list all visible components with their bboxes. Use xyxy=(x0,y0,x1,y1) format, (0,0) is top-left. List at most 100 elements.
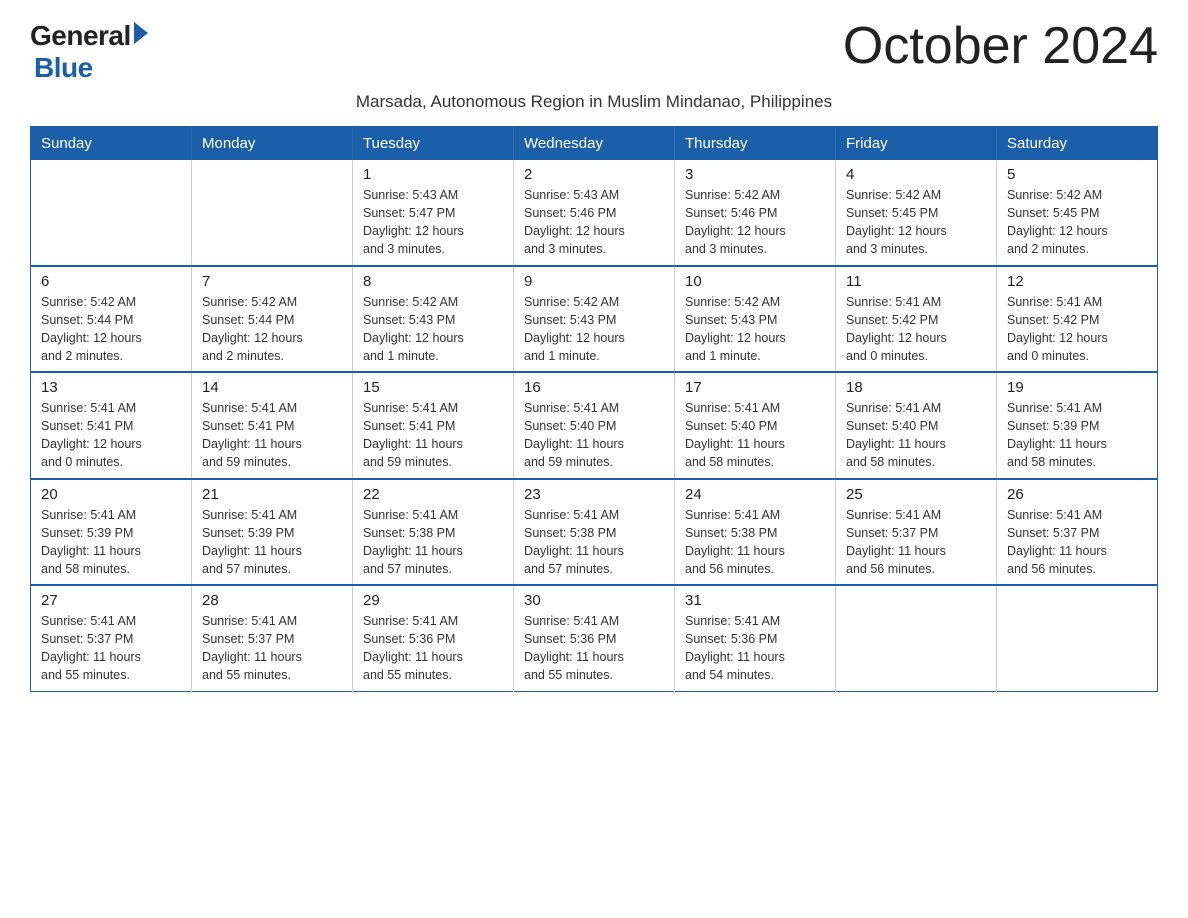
day-info: Sunrise: 5:41 AM Sunset: 5:40 PM Dayligh… xyxy=(846,399,986,472)
day-number: 4 xyxy=(846,166,986,183)
calendar-cell: 16 Sunrise: 5:41 AM Sunset: 5:40 PM Dayli… xyxy=(514,372,675,479)
calendar-table: SundayMondayTuesdayWednesdayThursdayFrid… xyxy=(30,126,1158,692)
day-number: 8 xyxy=(363,273,503,290)
calendar-cell: 17 Sunrise: 5:41 AM Sunset: 5:40 PM Dayli… xyxy=(675,372,836,479)
weekday-header-wednesday: Wednesday xyxy=(514,127,675,161)
calendar-cell: 12 Sunrise: 5:41 AM Sunset: 5:42 PM Dayli… xyxy=(997,266,1158,373)
day-info: Sunrise: 5:43 AM Sunset: 5:46 PM Dayligh… xyxy=(524,186,664,259)
day-info: Sunrise: 5:41 AM Sunset: 5:36 PM Dayligh… xyxy=(363,612,503,685)
calendar-week-row: 27 Sunrise: 5:41 AM Sunset: 5:37 PM Dayli… xyxy=(31,585,1158,691)
calendar-cell: 9 Sunrise: 5:42 AM Sunset: 5:43 PM Daylig… xyxy=(514,266,675,373)
day-info: Sunrise: 5:41 AM Sunset: 5:40 PM Dayligh… xyxy=(685,399,825,472)
calendar-cell: 22 Sunrise: 5:41 AM Sunset: 5:38 PM Dayli… xyxy=(353,479,514,586)
calendar-cell: 7 Sunrise: 5:42 AM Sunset: 5:44 PM Daylig… xyxy=(192,266,353,373)
logo-general-text: General xyxy=(30,20,131,52)
calendar-week-row: 13 Sunrise: 5:41 AM Sunset: 5:41 PM Dayli… xyxy=(31,372,1158,479)
calendar-cell xyxy=(192,160,353,266)
calendar-cell: 21Sunrise: 5:41 AM Sunset: 5:39 PM Dayli… xyxy=(192,479,353,586)
calendar-cell: 26Sunrise: 5:41 AM Sunset: 5:37 PM Dayli… xyxy=(997,479,1158,586)
day-number: 17 xyxy=(685,379,825,396)
calendar-cell: 6 Sunrise: 5:42 AM Sunset: 5:44 PM Daylig… xyxy=(31,266,192,373)
logo-arrow-icon xyxy=(134,22,148,44)
day-info: Sunrise: 5:41 AM Sunset: 5:37 PM Dayligh… xyxy=(1007,506,1147,579)
day-number: 2 xyxy=(524,166,664,183)
calendar-cell: 1 Sunrise: 5:43 AM Sunset: 5:47 PM Daylig… xyxy=(353,160,514,266)
day-number: 1 xyxy=(363,166,503,183)
weekday-header-row: SundayMondayTuesdayWednesdayThursdayFrid… xyxy=(31,127,1158,161)
day-number: 29 xyxy=(363,592,503,609)
day-info: Sunrise: 5:41 AM Sunset: 5:38 PM Dayligh… xyxy=(363,506,503,579)
subtitle: Marsada, Autonomous Region in Muslim Min… xyxy=(30,92,1158,112)
calendar-week-row: 20 Sunrise: 5:41 AM Sunset: 5:39 PM Dayli… xyxy=(31,479,1158,586)
day-number: 31 xyxy=(685,592,825,609)
day-info: Sunrise: 5:42 AM Sunset: 5:45 PM Dayligh… xyxy=(846,186,986,259)
day-number: 7 xyxy=(202,273,342,290)
logo-blue-text: Blue xyxy=(34,52,93,84)
calendar-cell xyxy=(836,585,997,691)
day-number: 6 xyxy=(41,273,181,290)
day-number: 12 xyxy=(1007,273,1147,290)
day-number: 3 xyxy=(685,166,825,183)
day-number: 5 xyxy=(1007,166,1147,183)
day-number: 28 xyxy=(202,592,342,609)
day-info: Sunrise: 5:42 AM Sunset: 5:44 PM Dayligh… xyxy=(202,293,342,366)
day-number: 27 xyxy=(41,592,181,609)
day-info: Sunrise: 5:41 AM Sunset: 5:42 PM Dayligh… xyxy=(1007,293,1147,366)
calendar-cell: 19 Sunrise: 5:41 AM Sunset: 5:39 PM Dayli… xyxy=(997,372,1158,479)
day-info: Sunrise: 5:41 AM Sunset: 5:38 PM Dayligh… xyxy=(524,506,664,579)
day-info: Sunrise: 5:41 AM Sunset: 5:39 PM Dayligh… xyxy=(1007,399,1147,472)
day-number: 18 xyxy=(846,379,986,396)
day-info: Sunrise: 5:41 AM Sunset: 5:40 PM Dayligh… xyxy=(524,399,664,472)
calendar-week-row: 1 Sunrise: 5:43 AM Sunset: 5:47 PM Daylig… xyxy=(31,160,1158,266)
day-info: Sunrise: 5:42 AM Sunset: 5:46 PM Dayligh… xyxy=(685,186,825,259)
day-info: Sunrise: 5:41 AM Sunset: 5:37 PM Dayligh… xyxy=(202,612,342,685)
calendar-cell xyxy=(31,160,192,266)
day-info: Sunrise: 5:42 AM Sunset: 5:44 PM Dayligh… xyxy=(41,293,181,366)
calendar-cell: 14 Sunrise: 5:41 AM Sunset: 5:41 PM Dayli… xyxy=(192,372,353,479)
calendar-cell: 27 Sunrise: 5:41 AM Sunset: 5:37 PM Dayli… xyxy=(31,585,192,691)
calendar-cell: 30Sunrise: 5:41 AM Sunset: 5:36 PM Dayli… xyxy=(514,585,675,691)
day-info: Sunrise: 5:43 AM Sunset: 5:47 PM Dayligh… xyxy=(363,186,503,259)
weekday-header-monday: Monday xyxy=(192,127,353,161)
day-number: 19 xyxy=(1007,379,1147,396)
calendar-cell: 31 Sunrise: 5:41 AM Sunset: 5:36 PM Dayli… xyxy=(675,585,836,691)
day-info: Sunrise: 5:41 AM Sunset: 5:37 PM Dayligh… xyxy=(846,506,986,579)
day-info: Sunrise: 5:41 AM Sunset: 5:36 PM Dayligh… xyxy=(685,612,825,685)
calendar-cell: 2 Sunrise: 5:43 AM Sunset: 5:46 PM Daylig… xyxy=(514,160,675,266)
day-number: 24 xyxy=(685,486,825,503)
calendar-cell: 11 Sunrise: 5:41 AM Sunset: 5:42 PM Dayli… xyxy=(836,266,997,373)
day-number: 11 xyxy=(846,273,986,290)
day-number: 20 xyxy=(41,486,181,503)
header: General Blue October 2024 xyxy=(30,20,1158,84)
day-number: 22 xyxy=(363,486,503,503)
calendar-cell: 10 Sunrise: 5:42 AM Sunset: 5:43 PM Dayli… xyxy=(675,266,836,373)
calendar-cell: 24Sunrise: 5:41 AM Sunset: 5:38 PM Dayli… xyxy=(675,479,836,586)
calendar-week-row: 6 Sunrise: 5:42 AM Sunset: 5:44 PM Daylig… xyxy=(31,266,1158,373)
day-info: Sunrise: 5:41 AM Sunset: 5:41 PM Dayligh… xyxy=(202,399,342,472)
calendar-cell: 3 Sunrise: 5:42 AM Sunset: 5:46 PM Daylig… xyxy=(675,160,836,266)
day-info: Sunrise: 5:41 AM Sunset: 5:37 PM Dayligh… xyxy=(41,612,181,685)
calendar-cell: 5Sunrise: 5:42 AM Sunset: 5:45 PM Daylig… xyxy=(997,160,1158,266)
logo: General Blue xyxy=(30,20,148,84)
day-number: 16 xyxy=(524,379,664,396)
day-info: Sunrise: 5:41 AM Sunset: 5:39 PM Dayligh… xyxy=(202,506,342,579)
day-number: 9 xyxy=(524,273,664,290)
weekday-header-sunday: Sunday xyxy=(31,127,192,161)
weekday-header-tuesday: Tuesday xyxy=(353,127,514,161)
day-number: 13 xyxy=(41,379,181,396)
calendar-cell: 15Sunrise: 5:41 AM Sunset: 5:41 PM Dayli… xyxy=(353,372,514,479)
day-info: Sunrise: 5:41 AM Sunset: 5:41 PM Dayligh… xyxy=(41,399,181,472)
calendar-cell: 29 Sunrise: 5:41 AM Sunset: 5:36 PM Dayli… xyxy=(353,585,514,691)
calendar-cell: 4 Sunrise: 5:42 AM Sunset: 5:45 PM Daylig… xyxy=(836,160,997,266)
day-info: Sunrise: 5:41 AM Sunset: 5:42 PM Dayligh… xyxy=(846,293,986,366)
calendar-cell: 28 Sunrise: 5:41 AM Sunset: 5:37 PM Dayli… xyxy=(192,585,353,691)
day-number: 14 xyxy=(202,379,342,396)
calendar-cell: 13 Sunrise: 5:41 AM Sunset: 5:41 PM Dayli… xyxy=(31,372,192,479)
day-info: Sunrise: 5:41 AM Sunset: 5:41 PM Dayligh… xyxy=(363,399,503,472)
calendar-cell: 8Sunrise: 5:42 AM Sunset: 5:43 PM Daylig… xyxy=(353,266,514,373)
day-info: Sunrise: 5:42 AM Sunset: 5:43 PM Dayligh… xyxy=(685,293,825,366)
day-number: 25 xyxy=(846,486,986,503)
day-info: Sunrise: 5:42 AM Sunset: 5:43 PM Dayligh… xyxy=(524,293,664,366)
day-number: 10 xyxy=(685,273,825,290)
day-number: 30 xyxy=(524,592,664,609)
